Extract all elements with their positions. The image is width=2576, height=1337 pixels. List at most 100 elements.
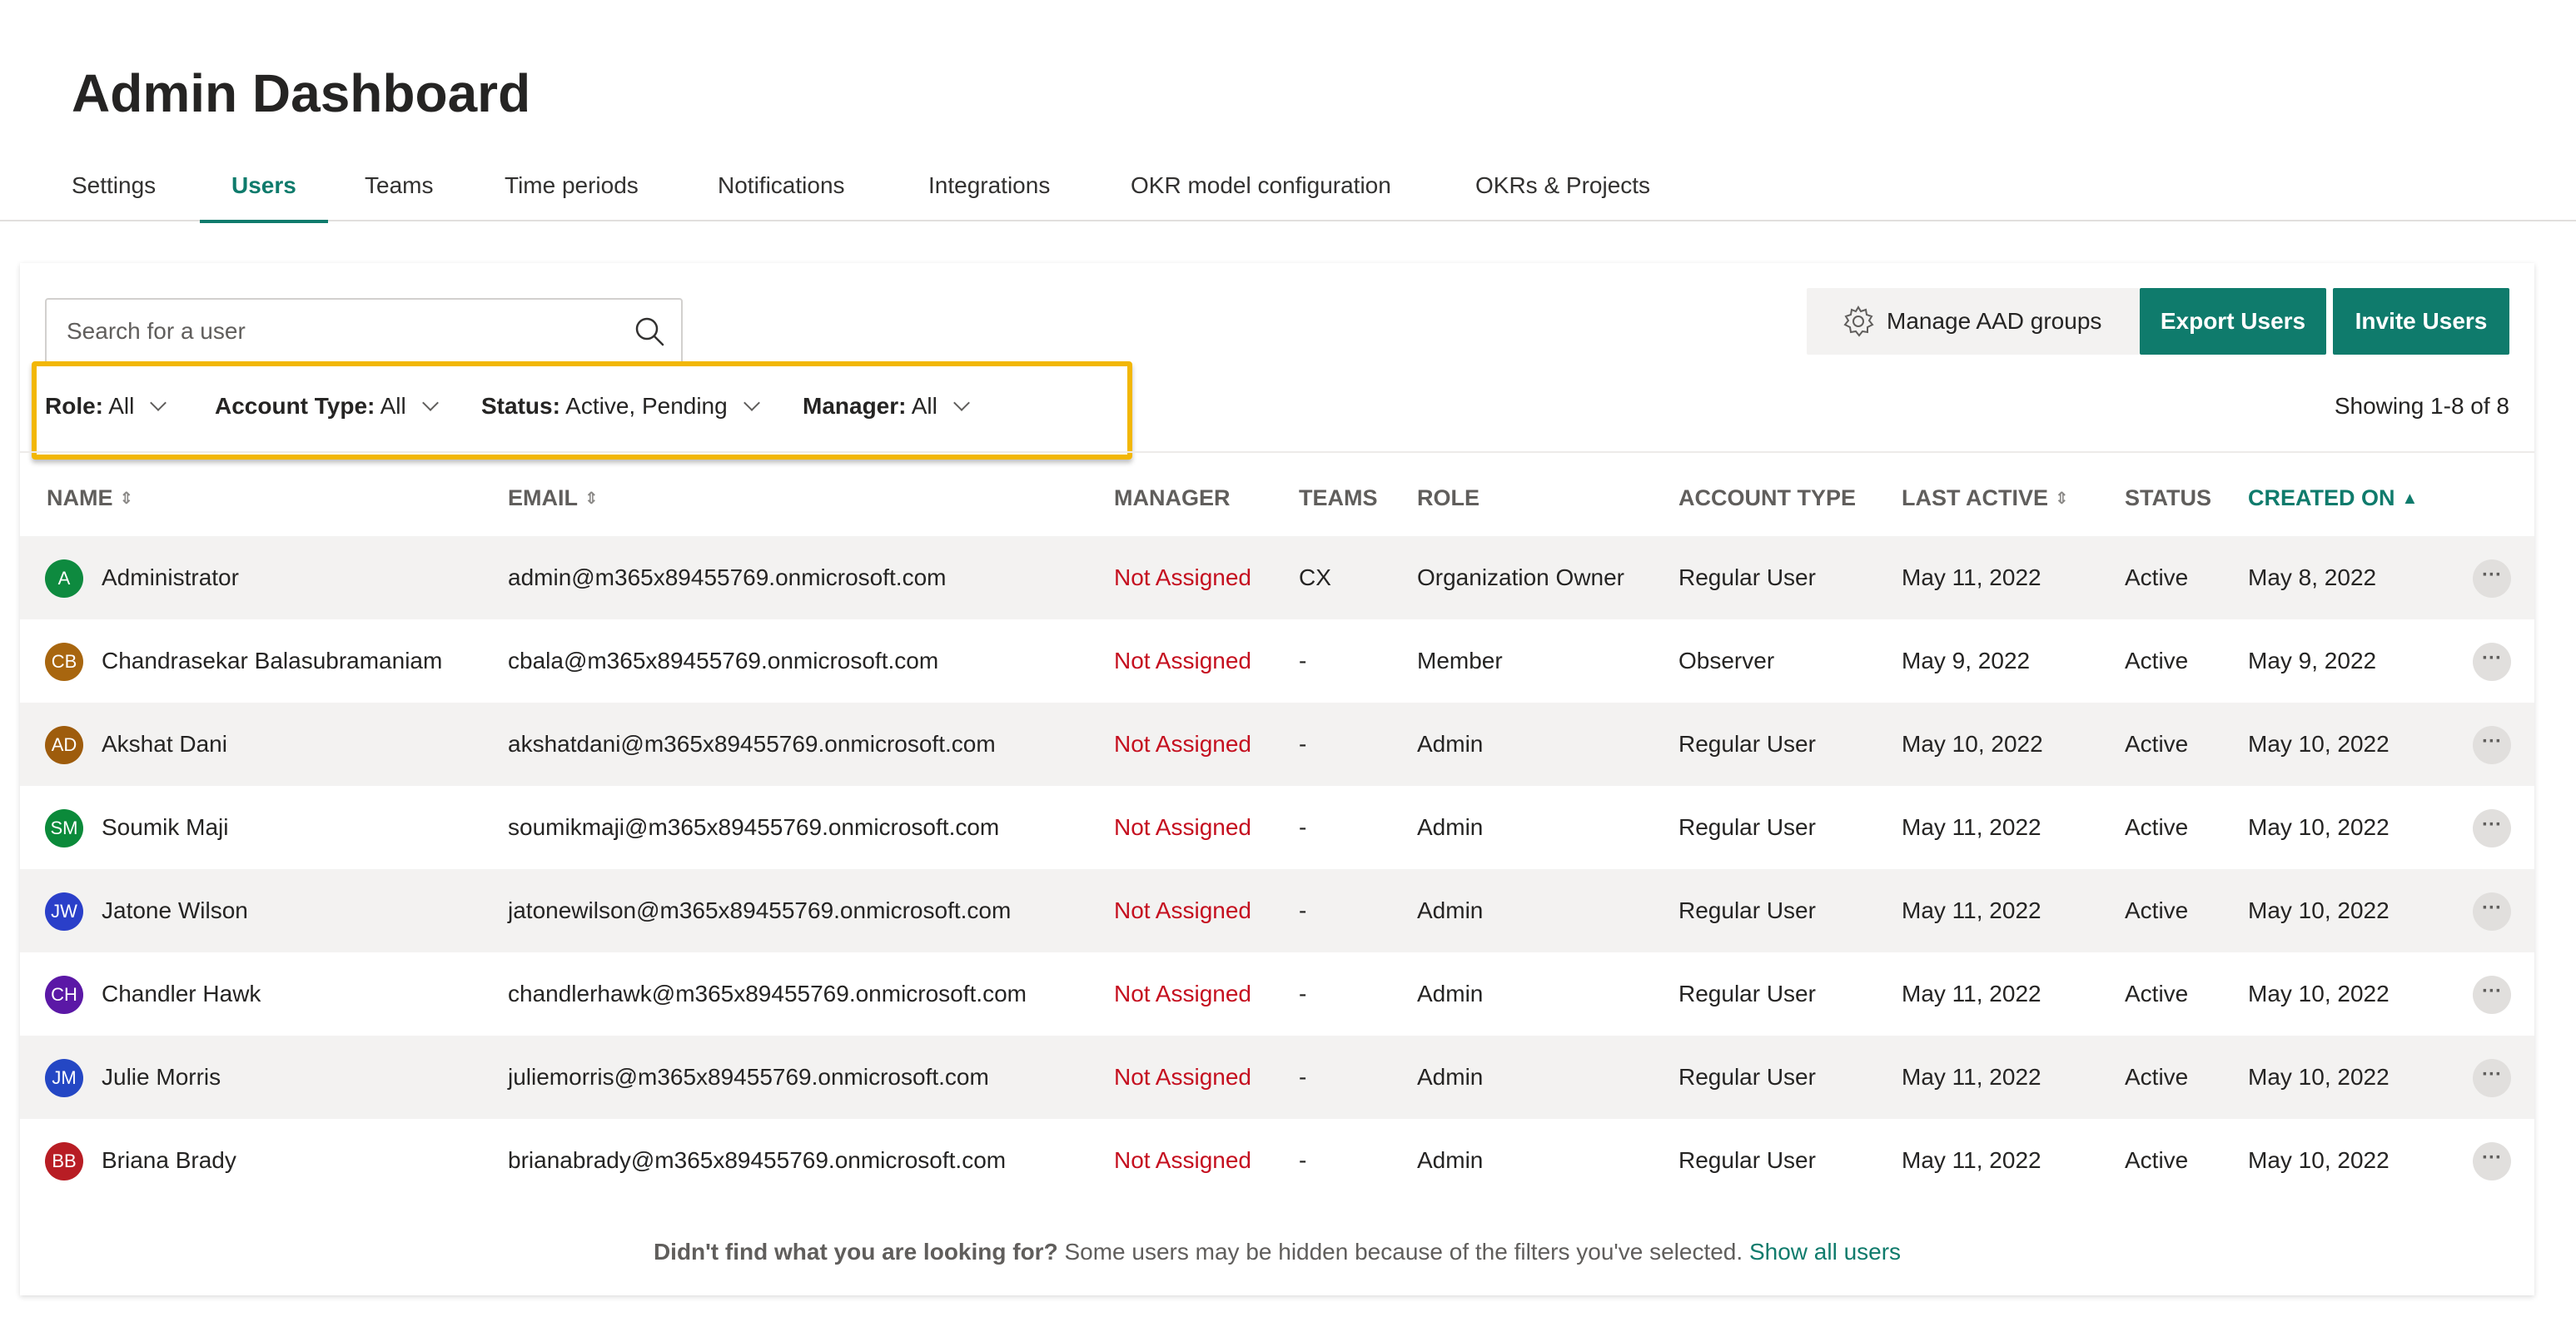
table-row[interactable]: SM Soumik Maji soumikmaji@m365x89455769.…	[20, 786, 2534, 869]
more-options-icon[interactable]: ···	[2473, 976, 2511, 1014]
user-manager: Not Assigned	[1114, 731, 1251, 757]
user-manager: Not Assigned	[1114, 648, 1251, 673]
user-created-on: May 10, 2022	[2248, 814, 2390, 840]
table-row[interactable]: JW Jatone Wilson jatonewilson@m365x89455…	[20, 869, 2534, 952]
tab-bar: Settings Users Teams Time periods Notifi…	[0, 150, 2576, 223]
user-last-active: May 9, 2022	[1902, 648, 2031, 673]
user-role: Admin	[1417, 731, 1484, 757]
column-header-last-active[interactable]: LAST ACTIVE ⇕	[1902, 481, 2069, 514]
column-header-manager: MANAGER	[1114, 485, 1231, 510]
tab-users[interactable]: Users	[200, 150, 328, 223]
filter-hint-message: Some users may be hidden because of the …	[1064, 1239, 1743, 1265]
more-options-icon[interactable]: ···	[2473, 1142, 2511, 1180]
user-account-type: Regular User	[1678, 564, 1816, 590]
user-name: Julie Morris	[102, 1064, 221, 1090]
filter-account-type[interactable]: Account Type: All	[215, 390, 439, 423]
column-header-label: NAME	[47, 485, 113, 510]
filter-manager-value: All	[911, 393, 937, 419]
column-header-name[interactable]: NAME ⇕	[47, 481, 133, 514]
column-header-role: ROLE	[1417, 485, 1480, 510]
filter-manager[interactable]: Manager: All	[803, 390, 970, 423]
column-header-teams: TEAMS	[1299, 485, 1378, 510]
user-teams: -	[1299, 897, 1307, 923]
table-row[interactable]: BB Briana Brady brianabrady@m365x8945576…	[20, 1119, 2534, 1202]
filter-role-label: Role:	[45, 393, 103, 419]
user-last-active: May 11, 2022	[1902, 814, 2041, 840]
user-email: soumikmaji@m365x89455769.onmicrosoft.com	[508, 814, 1000, 840]
user-status: Active	[2125, 731, 2189, 757]
table-row[interactable]: CH Chandler Hawk chandlerhawk@m365x89455…	[20, 952, 2534, 1036]
tab-settings[interactable]: Settings	[72, 150, 156, 221]
tab-okrs-projects[interactable]: OKRs & Projects	[1475, 150, 1650, 221]
table-row[interactable]: AD Akshat Dani akshatdani@m365x89455769.…	[20, 703, 2534, 786]
filter-role-value: All	[108, 393, 135, 419]
user-status: Active	[2125, 648, 2189, 673]
more-options-icon[interactable]: ···	[2473, 643, 2511, 681]
more-options-icon[interactable]: ···	[2473, 1059, 2511, 1097]
tab-time-periods[interactable]: Time periods	[505, 150, 639, 221]
user-name: Akshat Dani	[102, 731, 227, 757]
invite-users-button[interactable]: Invite Users	[2333, 288, 2509, 355]
user-last-active: May 10, 2022	[1902, 731, 2043, 757]
avatar: SM	[45, 809, 83, 847]
filter-account-type-value: All	[380, 393, 406, 419]
chevron-down-icon	[743, 395, 760, 411]
table-row[interactable]: CB Chandrasekar Balasubramaniam cbala@m3…	[20, 619, 2534, 703]
more-options-icon[interactable]: ···	[2473, 892, 2511, 931]
user-teams: -	[1299, 1147, 1307, 1173]
filter-status[interactable]: Status: Active, Pending	[481, 390, 760, 423]
user-status: Active	[2125, 814, 2189, 840]
user-last-active: May 11, 2022	[1902, 981, 2041, 1006]
user-role: Member	[1417, 648, 1503, 673]
chevron-down-icon	[150, 395, 167, 411]
user-name: Chandler Hawk	[102, 981, 261, 1006]
more-options-icon[interactable]: ···	[2473, 559, 2511, 598]
user-created-on: May 8, 2022	[2248, 564, 2377, 590]
user-email: jatonewilson@m365x89455769.onmicrosoft.c…	[508, 897, 1012, 923]
tab-notifications[interactable]: Notifications	[718, 150, 845, 221]
divider	[20, 451, 2534, 453]
sort-icon: ⇕	[2055, 490, 2069, 508]
user-manager: Not Assigned	[1114, 814, 1251, 840]
search-input[interactable]	[67, 300, 616, 363]
column-header-label: CREATED ON	[2248, 485, 2395, 510]
user-email: brianabrady@m365x89455769.onmicrosoft.co…	[508, 1147, 1007, 1173]
filter-hint: Didn't find what you are looking for? So…	[20, 1235, 2534, 1269]
user-account-type: Regular User	[1678, 814, 1816, 840]
filter-role[interactable]: Role: All	[45, 390, 167, 423]
search-icon[interactable]	[633, 315, 666, 348]
user-manager: Not Assigned	[1114, 1064, 1251, 1090]
column-header-email[interactable]: EMAIL ⇕	[508, 481, 599, 514]
user-role: Organization Owner	[1417, 564, 1625, 590]
export-users-button[interactable]: Export Users	[2140, 288, 2326, 355]
tab-teams[interactable]: Teams	[365, 150, 433, 221]
tab-okr-model-configuration[interactable]: OKR model configuration	[1131, 150, 1391, 221]
user-manager: Not Assigned	[1114, 897, 1251, 923]
column-header-account-type: ACCOUNT TYPE	[1678, 485, 1857, 510]
column-header-status: STATUS	[2125, 485, 2211, 510]
manage-aad-groups-button[interactable]: Manage AAD groups	[1807, 288, 2140, 355]
user-email: juliemorris@m365x89455769.onmicrosoft.co…	[508, 1064, 989, 1090]
user-teams: -	[1299, 648, 1307, 673]
user-last-active: May 11, 2022	[1902, 1147, 2041, 1173]
user-created-on: May 10, 2022	[2248, 731, 2390, 757]
user-teams: -	[1299, 731, 1307, 757]
show-all-users-link[interactable]: Show all users	[1749, 1239, 1901, 1265]
table-row[interactable]: A Administrator admin@m365x89455769.onmi…	[20, 536, 2534, 619]
filter-status-label: Status:	[481, 393, 560, 419]
user-email: cbala@m365x89455769.onmicrosoft.com	[508, 648, 939, 673]
filter-hint-question: Didn't find what you are looking for?	[653, 1239, 1058, 1265]
column-header-created-on[interactable]: CREATED ON ▲	[2248, 481, 2418, 514]
user-teams: CX	[1299, 564, 1331, 590]
user-last-active: May 11, 2022	[1902, 564, 2041, 590]
user-manager: Not Assigned	[1114, 564, 1251, 590]
user-account-type: Regular User	[1678, 897, 1816, 923]
user-account-type: Regular User	[1678, 731, 1816, 757]
avatar: CH	[45, 976, 83, 1014]
filter-account-type-label: Account Type:	[215, 393, 375, 419]
more-options-icon[interactable]: ···	[2473, 809, 2511, 847]
tab-integrations[interactable]: Integrations	[928, 150, 1050, 221]
user-last-active: May 11, 2022	[1902, 1064, 2041, 1090]
more-options-icon[interactable]: ···	[2473, 726, 2511, 764]
table-row[interactable]: JM Julie Morris juliemorris@m365x8945576…	[20, 1036, 2534, 1119]
